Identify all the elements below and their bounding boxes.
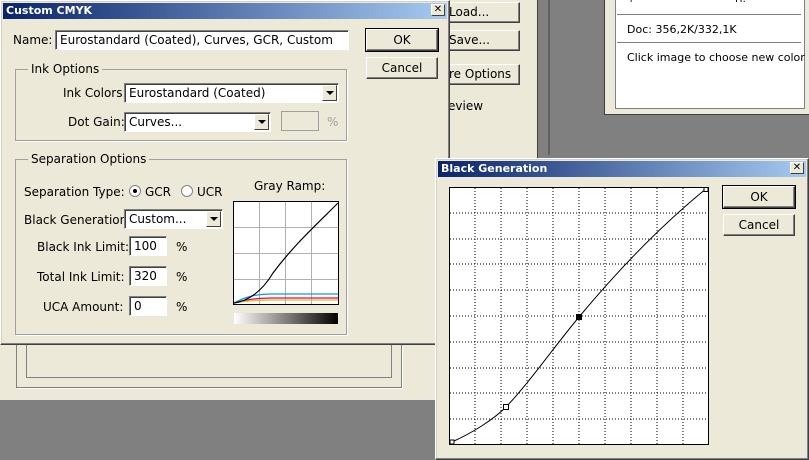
more-options-button[interactable]: re Options bbox=[440, 64, 520, 85]
info-divider-2 bbox=[617, 42, 801, 43]
gray-ramp-graph bbox=[233, 201, 339, 305]
black-generation-ok-button[interactable]: OK bbox=[722, 185, 796, 209]
info-divider bbox=[617, 14, 801, 15]
dot-gain-select[interactable]: Curves... bbox=[124, 112, 271, 132]
uca-amount-unit: % bbox=[176, 300, 188, 314]
ok-button[interactable]: OK bbox=[365, 28, 439, 52]
ink-colors-select[interactable]: Eurostandard (Coated) bbox=[124, 83, 339, 103]
ink-options-title: Ink Options bbox=[28, 62, 103, 76]
black-ink-limit-unit: % bbox=[176, 240, 188, 254]
curve-point-mid bbox=[576, 314, 582, 320]
info-col1-header: ↑ bbox=[627, 0, 635, 5]
separation-options-title: Separation Options bbox=[28, 152, 150, 166]
lower-panel-inner-frame-2 bbox=[26, 345, 392, 378]
name-label: Name: bbox=[13, 33, 53, 47]
uca-amount-label: UCA Amount: bbox=[43, 300, 124, 314]
black-generation-value: Custom... bbox=[129, 212, 187, 226]
black-generation-dialog: Black Generation ✕ OK Cancel bbox=[435, 158, 809, 460]
preview-label: eview bbox=[448, 99, 484, 113]
gray-ramp-gradient bbox=[234, 313, 338, 324]
gcr-radio[interactable] bbox=[129, 185, 141, 197]
curve-point-end bbox=[703, 187, 709, 192]
total-ink-limit-label: Total Ink Limit: bbox=[37, 270, 125, 284]
black-generation-curve-editor[interactable] bbox=[449, 187, 709, 445]
black-generation-title: Black Generation bbox=[441, 162, 548, 175]
custom-cmyk-title: Custom CMYK bbox=[6, 4, 93, 17]
custom-cmyk-dialog: Custom CMYK ✕ Name: Eurostandard (Coated… bbox=[0, 0, 450, 345]
black-ink-limit-label: Black Ink Limit: bbox=[37, 240, 129, 254]
curve-point-low bbox=[503, 404, 509, 410]
black-generation-cancel-button[interactable]: Cancel bbox=[723, 214, 795, 236]
info-panel: ↑ H: Doc: 356,2K/332,1K Click image to c… bbox=[604, 0, 809, 115]
uca-amount-field[interactable]: 0 bbox=[129, 296, 167, 316]
black-generation-select[interactable]: Custom... bbox=[124, 209, 223, 229]
black-generation-titlebar: Black Generation ✕ bbox=[438, 161, 806, 177]
ucr-label[interactable]: UCR bbox=[197, 185, 223, 199]
save-button[interactable]: Save... bbox=[440, 30, 520, 51]
gray-ramp-label: Gray Ramp: bbox=[254, 179, 326, 193]
name-field[interactable]: Eurostandard (Coated), Curves, GCR, Cust… bbox=[55, 30, 349, 50]
black-ink-limit-field[interactable]: 100 bbox=[129, 236, 167, 256]
close-icon[interactable]: ✕ bbox=[431, 4, 445, 16]
info-col2-header: H: bbox=[735, 0, 746, 5]
gcr-label[interactable]: GCR bbox=[145, 185, 171, 199]
custom-cmyk-titlebar: Custom CMYK ✕ bbox=[3, 3, 447, 19]
ink-colors-value: Eurostandard (Coated) bbox=[129, 86, 266, 100]
chevron-down-icon[interactable] bbox=[322, 85, 337, 101]
curve-point-start bbox=[449, 439, 455, 445]
close-icon[interactable]: ✕ bbox=[790, 162, 804, 174]
dot-gain-percent-field bbox=[281, 111, 319, 131]
background-vertical-divider bbox=[548, 0, 550, 155]
info-hint: Click image to choose new color bbox=[627, 51, 805, 64]
dot-gain-label: Dot Gain: bbox=[68, 115, 125, 129]
load-button[interactable]: Load... bbox=[440, 2, 520, 23]
total-ink-limit-field[interactable]: 320 bbox=[129, 266, 167, 286]
separation-type-label: Separation Type: bbox=[24, 185, 125, 199]
total-ink-limit-unit: % bbox=[176, 270, 188, 284]
ucr-radio[interactable] bbox=[181, 185, 193, 197]
dot-gain-unit: % bbox=[327, 115, 339, 129]
chevron-down-icon[interactable] bbox=[206, 211, 221, 227]
dot-gain-value: Curves... bbox=[129, 115, 183, 129]
cancel-button[interactable]: Cancel bbox=[366, 57, 438, 79]
black-generation-label: Black Generation: bbox=[24, 213, 132, 227]
doc-size-label: Doc: 356,2K/332,1K bbox=[627, 23, 737, 36]
chevron-down-icon[interactable] bbox=[254, 114, 269, 130]
ink-colors-label: Ink Colors: bbox=[63, 86, 127, 100]
